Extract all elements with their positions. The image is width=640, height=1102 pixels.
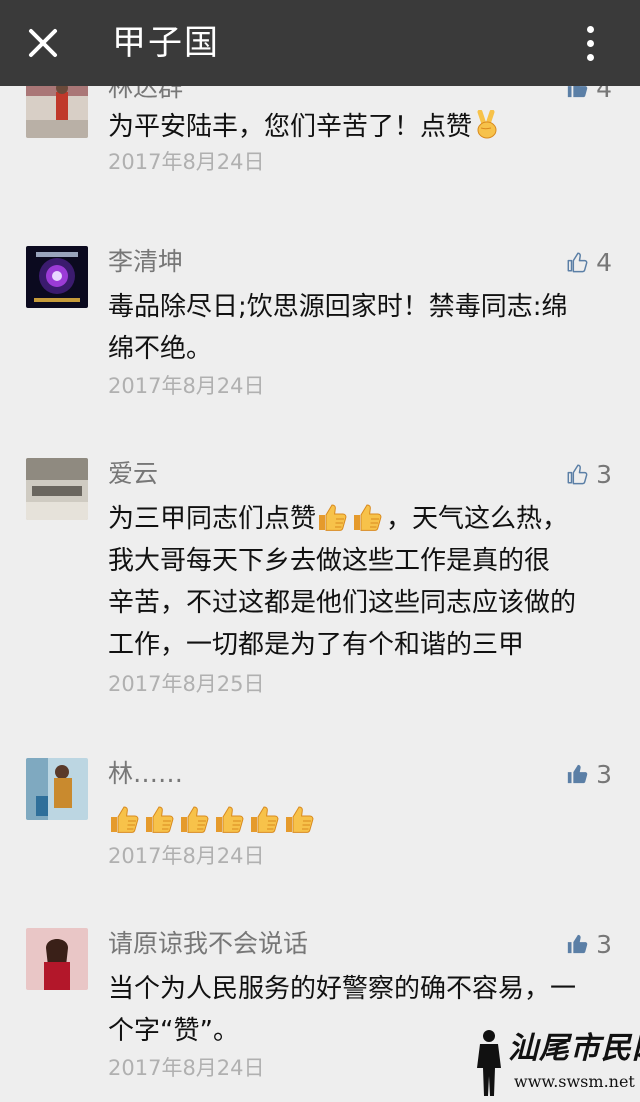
- comment-list[interactable]: 林达群 4 为平安陆丰，您们辛苦了！点赞 2017年8月24日 李清坤 4 毒品…: [0, 86, 640, 1102]
- comment-date: 2017年8月25日: [108, 672, 265, 696]
- comment-text-span: ，天气这么热，: [386, 504, 569, 534]
- avatar[interactable]: [26, 928, 88, 990]
- thumbs-up-emoji-icon: [316, 502, 348, 532]
- comment-text-line: 当个为人民服务的好警察的确不容易，一: [108, 974, 577, 1004]
- like-count: 3: [596, 759, 612, 789]
- thumbs-up-emoji-icon: [108, 804, 140, 834]
- avatar[interactable]: [26, 458, 88, 520]
- like-button[interactable]: 4: [566, 246, 612, 278]
- thumbs-up-emoji-icon: [283, 804, 315, 834]
- person-silhouette-icon: [477, 1030, 501, 1096]
- like-count: 4: [596, 247, 612, 277]
- close-icon[interactable]: [24, 24, 62, 62]
- like-button[interactable]: 3: [566, 928, 612, 960]
- commenter-name[interactable]: 林达群: [108, 86, 183, 104]
- thumbs-up-outline-icon: [566, 463, 588, 485]
- comment-date: 2017年8月24日: [108, 150, 265, 174]
- watermark: 汕尾市民网 www.swsm.net: [470, 1028, 640, 1098]
- avatar[interactable]: [26, 758, 88, 820]
- comment-text: 为平安陆丰，您们辛苦了！点赞: [108, 106, 608, 148]
- commenter-name[interactable]: 请原谅我不会说话: [108, 928, 308, 960]
- thumbs-up-icon: [566, 86, 588, 99]
- comment-text-line: 毒品除尽日;饮思源回家时！禁毒同志:绵: [108, 292, 568, 322]
- comment-text-line: 为平安陆丰，您们辛苦了！点赞: [108, 112, 473, 142]
- comment-text: [108, 800, 608, 842]
- commenter-name[interactable]: 爱云: [108, 458, 158, 490]
- comment-text-line: 辛苦，不过这都是他们这些同志应该做的: [108, 588, 577, 618]
- thumbs-up-emoji-icon: [248, 804, 280, 834]
- like-count: 3: [596, 929, 612, 959]
- like-count: 4: [596, 86, 612, 103]
- comment-date: 2017年8月24日: [108, 844, 265, 868]
- watermark-name: 汕尾市民网: [508, 1031, 640, 1066]
- comment-text-line: 工作，一切都是为了有个和谐的三甲: [108, 630, 525, 660]
- like-button[interactable]: 3: [566, 458, 612, 490]
- thumbs-up-icon: [566, 933, 588, 955]
- comment-date: 2017年8月24日: [108, 1056, 265, 1080]
- like-button[interactable]: 3: [566, 758, 612, 790]
- like-button[interactable]: 4: [566, 86, 612, 104]
- comment-text-line: 绵不绝。: [108, 334, 213, 364]
- thumbs-up-outline-icon: [566, 251, 588, 273]
- comment-text: 为三甲同志们点赞 ，天气这么热， 我大哥每天下乡去做这些工作是真的很 辛苦，不过这…: [108, 498, 608, 666]
- comment-text-line: 我大哥每天下乡去做这些工作是真的很: [108, 546, 551, 576]
- thumbs-up-emoji-icon: [143, 804, 175, 834]
- thumbs-up-emoji-icon: [351, 502, 383, 532]
- avatar[interactable]: [26, 246, 88, 308]
- comment-text-line: 为三甲同志们点赞 ，天气这么热，: [108, 498, 608, 540]
- title-bar: 甲子国: [0, 0, 640, 86]
- thumbs-up-emoji-icon: [178, 804, 210, 834]
- watermark-url: www.swsm.net: [514, 1072, 635, 1091]
- page-title: 甲子国: [112, 23, 220, 63]
- avatar[interactable]: [26, 86, 88, 138]
- comment-text-span: 为三甲同志们点赞: [108, 504, 317, 534]
- commenter-name[interactable]: 林……: [108, 758, 183, 790]
- thumbs-up-emoji-icon: [213, 804, 245, 834]
- thumbs-up-icon: [566, 763, 588, 785]
- victory-hand-emoji-icon: [472, 110, 504, 140]
- comment-text: 毒品除尽日;饮思源回家时！禁毒同志:绵 绵不绝。: [108, 286, 608, 370]
- more-vertical-icon[interactable]: [582, 24, 598, 64]
- like-count: 3: [596, 459, 612, 489]
- comment-date: 2017年8月24日: [108, 374, 265, 398]
- commenter-name[interactable]: 李清坤: [108, 246, 183, 278]
